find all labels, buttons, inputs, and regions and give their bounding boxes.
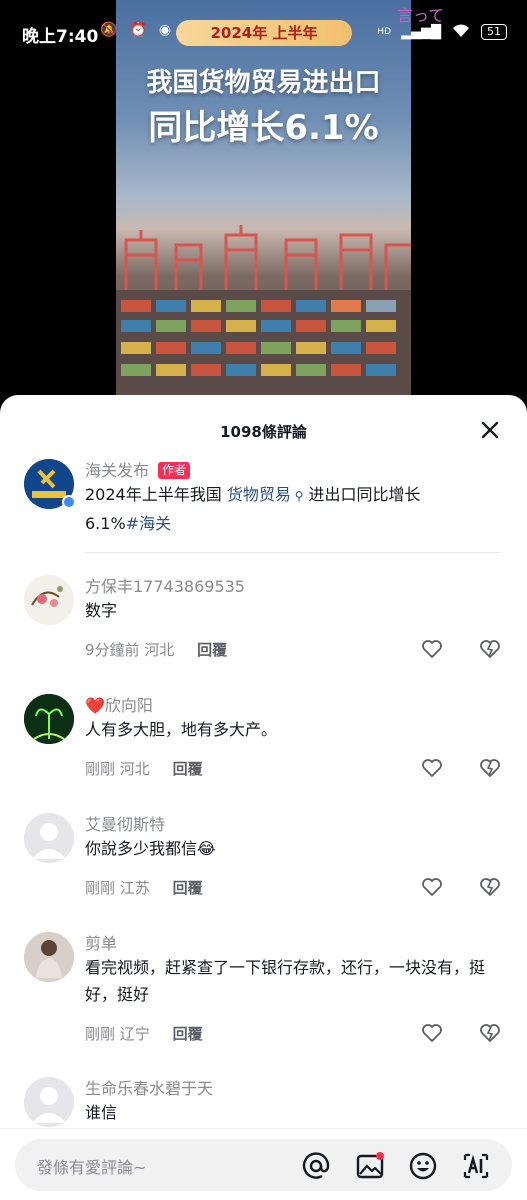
comment-author-line: 海关发布 作者 (85, 457, 191, 481)
emoji-icon[interactable] (408, 1151, 438, 1181)
comment-count-title: 1098條評論 (220, 422, 307, 441)
comment-author-name[interactable]: 剪单 (85, 930, 117, 954)
close-icon[interactable] (479, 419, 501, 441)
comment-input-bar: 發條有愛評論~ (0, 1128, 527, 1200)
topic-link[interactable]: 货物贸易 (227, 485, 291, 504)
comment-location: 河北 (144, 641, 175, 659)
comment-time: 剛剛 (85, 1025, 116, 1043)
comment-meta: 剛剛 江苏 回覆 (85, 877, 203, 898)
signal-icon: ▂▄▆█ (401, 24, 441, 40)
battery-icon: 51 (481, 24, 507, 40)
like-icon[interactable] (421, 758, 443, 778)
at-icon[interactable] (301, 1151, 331, 1181)
comment-author-name[interactable]: ❤️欣向阳 (85, 692, 153, 716)
image-icon[interactable] (355, 1151, 385, 1181)
video-headline-2: 同比增长6.1% (148, 108, 379, 148)
dislike-icon[interactable] (479, 639, 501, 659)
search-icon[interactable]: ⚲ (291, 489, 304, 503)
comment-author-name[interactable]: 方保丰17743869535 (85, 573, 245, 597)
like-icon[interactable] (421, 1023, 443, 1043)
hashtag-link[interactable]: #海关 (126, 514, 171, 533)
comment-text: 数字 (85, 601, 118, 620)
like-icon[interactable] (421, 877, 443, 897)
like-icon[interactable] (421, 639, 443, 659)
comment-author-name[interactable]: 海关发布 (85, 461, 149, 480)
ai-icon[interactable] (461, 1151, 491, 1181)
comments-sheet: 1098條評論 海关发布 作者 2024年上半年我国 货物贸易 ⚲ 进出口同比增… (0, 395, 527, 1200)
reply-button[interactable]: 回覆 (173, 879, 203, 897)
comment-meta: 剛剛 河北 回覆 (85, 758, 203, 779)
video-headline-1: 我国货物贸易进出口 (146, 68, 381, 98)
reply-button[interactable]: 回覆 (173, 760, 203, 778)
containers-illustration (116, 290, 411, 395)
port-cranes-illustration (124, 225, 411, 300)
status-icons-left: 🔕 ⏰ ◉ (100, 22, 171, 38)
comment-time: 剛剛 (85, 879, 116, 897)
avatar[interactable] (24, 813, 74, 863)
network-label: HD (377, 27, 391, 37)
comment-meta: 剛剛 辽宁 回覆 (85, 1023, 203, 1044)
status-icons-right: HD ▂▄▆█ 51 (377, 22, 507, 42)
avatar[interactable] (24, 575, 74, 625)
dislike-icon[interactable] (479, 877, 501, 897)
author-badge: 作者 (158, 462, 191, 479)
comment-time: 9分鐘前 (85, 641, 140, 659)
status-bar: 晚上7:40 🔕 ⏰ ◉ 言って HD ▂▄▆█ 51 (0, 0, 527, 66)
reply-button[interactable]: 回覆 (173, 1025, 203, 1043)
comment-location: 河北 (119, 760, 150, 778)
comment-author-name[interactable]: 艾曼彻斯特 (85, 811, 165, 835)
comment-text-part: 进出口同比增长 (303, 485, 421, 504)
comment-input[interactable]: 發條有愛評論~ (15, 1139, 512, 1191)
comment-input-placeholder: 發條有愛評論~ (37, 1158, 147, 1177)
verified-icon (62, 495, 76, 509)
comment-meta: 9分鐘前 河北 回覆 (85, 639, 227, 660)
divider (85, 552, 501, 553)
mute-icon: 🔕 (100, 22, 118, 38)
record-icon: ◉ (158, 22, 172, 38)
sheet-header: 1098條評論 (0, 395, 527, 467)
comment-text: 人有多大胆，地有多大产。 (85, 720, 278, 739)
comment-text: 看完视频，赶紧查了一下银行存款，还行，一块没有，挺好，挺好 (85, 958, 486, 1004)
avatar[interactable] (24, 1077, 74, 1127)
avatar[interactable] (24, 694, 74, 744)
dislike-icon[interactable] (479, 1023, 501, 1043)
comment-text: 2024年上半年我国 货物贸易 ⚲ 进出口同比增长 6.1%#海关 (85, 481, 485, 537)
wifi-icon (451, 22, 471, 42)
reply-button[interactable]: 回覆 (197, 641, 227, 659)
avatar[interactable] (24, 932, 74, 982)
alarm-icon: ⏰ (129, 22, 147, 38)
status-time: 晚上7:40 (22, 27, 99, 47)
dislike-icon[interactable] (479, 758, 501, 778)
comment-text: 你說多少我都信😂 (85, 839, 216, 858)
comment-location: 辽宁 (119, 1025, 150, 1043)
comment-location: 江苏 (119, 879, 150, 897)
comment-text-part: 6.1% (85, 514, 126, 533)
comment-author-name[interactable]: 生命乐春水碧于天 (85, 1075, 213, 1099)
comment-text: 谁信 (85, 1103, 118, 1122)
comment-time: 剛剛 (85, 760, 116, 778)
comment-text-part: 2024年上半年我国 (85, 485, 227, 504)
